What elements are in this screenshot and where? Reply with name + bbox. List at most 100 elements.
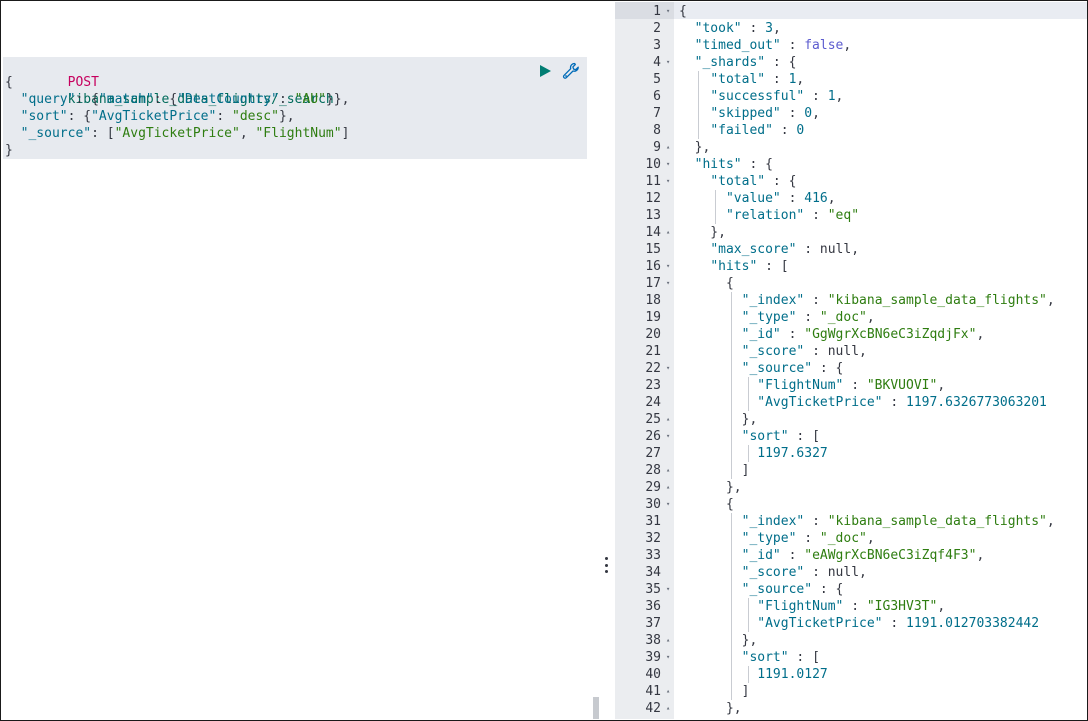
fold-arrow-up-icon[interactable]: ▴ bbox=[666, 462, 670, 479]
code-line[interactable]: "_score" : null, bbox=[679, 343, 1087, 360]
fold-arrow-down-icon[interactable]: ▾ bbox=[666, 275, 670, 292]
fold-arrow-down-icon[interactable]: ▾ bbox=[666, 360, 670, 377]
fold-arrow-down-icon[interactable]: ▾ bbox=[666, 3, 670, 20]
code-token: "_index" bbox=[741, 293, 805, 308]
code-line[interactable]: "timed_out" : false, bbox=[679, 37, 1087, 54]
line-number: 16 ▾ bbox=[615, 258, 674, 275]
code-line[interactable]: { bbox=[679, 275, 1087, 292]
code-token: }, bbox=[679, 412, 758, 427]
request-body-line[interactable]: "sort": {"AvgTicketPrice": "desc"}, bbox=[5, 108, 295, 125]
request-scrollbar[interactable] bbox=[593, 697, 599, 719]
code-line[interactable]: }, bbox=[679, 700, 1087, 717]
request-token bbox=[5, 126, 21, 141]
line-number-value: 29 bbox=[645, 480, 661, 495]
code-line[interactable]: ] bbox=[679, 683, 1087, 700]
request-body-line[interactable]: "query": {"match": {"DestCountry": "AU"}… bbox=[5, 91, 350, 108]
code-line[interactable]: "value" : 416, bbox=[679, 190, 1087, 207]
code-line[interactable]: "total" : { bbox=[679, 173, 1087, 190]
request-token: "query" bbox=[20, 92, 76, 107]
code-line[interactable]: "successful" : 1, bbox=[679, 88, 1087, 105]
code-line[interactable]: "_source" : { bbox=[679, 360, 1087, 377]
fold-arrow-up-icon[interactable]: ▴ bbox=[666, 139, 670, 156]
code-line[interactable]: "_score" : null, bbox=[679, 564, 1087, 581]
indent-guide bbox=[714, 190, 716, 224]
code-line[interactable]: "_index" : "kibana_sample_data_flights", bbox=[679, 513, 1087, 530]
code-line[interactable]: "AvgTicketPrice" : 1191.012703382442 bbox=[679, 615, 1087, 632]
code-line[interactable]: "hits" : { bbox=[679, 156, 1087, 173]
fold-arrow-down-icon[interactable]: ▾ bbox=[666, 258, 670, 275]
code-line[interactable]: }, bbox=[679, 632, 1087, 649]
code-line[interactable]: "hits" : [ bbox=[679, 258, 1087, 275]
console-window: POST kibana_sample_data_flights/_search … bbox=[0, 0, 1088, 721]
request-body-line[interactable]: "_source": ["AvgTicketPrice", "FlightNum… bbox=[5, 125, 350, 142]
request-body-line[interactable]: { bbox=[5, 74, 13, 91]
line-number-value: 42 bbox=[645, 701, 661, 716]
fold-arrow-up-icon[interactable]: ▴ bbox=[666, 411, 670, 428]
response-viewer[interactable]: 1 ▾ 2 3 4 ▾ 5 6 7 8 9 ▴ 10 ▾ 11 ▾ 12 13 14 ▴ 15 16 ▾ 17 ▾ 18 19 20 2… bbox=[615, 2, 1087, 719]
code-line[interactable]: }, bbox=[679, 479, 1087, 496]
code-line[interactable]: "_id" : "eAWgrXcBN6eC3iZqf4F3", bbox=[679, 547, 1087, 564]
pane-resizer[interactable] bbox=[600, 2, 614, 719]
code-line[interactable]: }, bbox=[679, 139, 1087, 156]
code-token: "AvgTicketPrice" bbox=[757, 395, 883, 410]
code-line[interactable]: { bbox=[679, 496, 1087, 513]
code-line[interactable]: "_id" : "GgWgrXcBN6eC3iZqdjFx", bbox=[679, 326, 1087, 343]
fold-arrow-up-icon[interactable]: ▴ bbox=[666, 683, 670, 700]
fold-arrow-up-icon[interactable]: ▴ bbox=[666, 632, 670, 649]
code-line[interactable]: "_source" : { bbox=[679, 581, 1087, 598]
indent-guide bbox=[698, 71, 700, 139]
code-token: 0 bbox=[796, 123, 805, 138]
code-line[interactable]: "_type" : "_doc", bbox=[679, 309, 1087, 326]
code-line[interactable]: "AvgTicketPrice" : 1197.6326773063201 bbox=[679, 394, 1087, 411]
code-line[interactable]: "FlightNum" : "BKVUOVI", bbox=[679, 377, 1087, 394]
code-line[interactable]: "failed" : 0 bbox=[679, 122, 1087, 139]
drag-handle-icon[interactable] bbox=[605, 557, 608, 573]
code-line[interactable]: "total" : 1, bbox=[679, 71, 1087, 88]
code-line[interactable]: "relation" : "eq" bbox=[679, 207, 1087, 224]
code-line[interactable]: }, bbox=[679, 224, 1087, 241]
fold-arrow-down-icon[interactable]: ▾ bbox=[666, 581, 670, 598]
request-body-line[interactable]: } bbox=[5, 142, 13, 159]
fold-arrow-down-icon[interactable]: ▾ bbox=[666, 428, 670, 445]
code-line[interactable]: 1197.6327 bbox=[679, 445, 1087, 462]
code-line[interactable]: "_type" : "_doc", bbox=[679, 530, 1087, 547]
line-number-value: 20 bbox=[645, 327, 661, 342]
code-token: : bbox=[780, 548, 805, 563]
request-editor[interactable]: POST kibana_sample_data_flights/_search … bbox=[2, 2, 599, 719]
fold-arrow-down-icon[interactable]: ▾ bbox=[666, 649, 670, 666]
code-token: "max_score" bbox=[710, 242, 797, 257]
code-line[interactable]: "_shards" : { bbox=[679, 54, 1087, 71]
fold-arrow-down-icon[interactable]: ▾ bbox=[666, 496, 670, 513]
line-number-value: 40 bbox=[645, 667, 661, 682]
code-line[interactable]: "sort" : [ bbox=[679, 649, 1087, 666]
code-line[interactable]: "max_score" : null, bbox=[679, 241, 1087, 258]
code-line[interactable]: }, bbox=[679, 411, 1087, 428]
code-line[interactable]: "_index" : "kibana_sample_data_flights", bbox=[679, 292, 1087, 309]
code-line[interactable]: "FlightNum" : "IG3HV3T", bbox=[679, 598, 1087, 615]
code-line[interactable]: "skipped" : 0, bbox=[679, 105, 1087, 122]
code-line[interactable]: "took" : 3, bbox=[679, 20, 1087, 37]
fold-arrow-up-icon[interactable]: ▴ bbox=[666, 479, 670, 496]
fold-arrow-up-icon[interactable]: ▴ bbox=[666, 224, 670, 241]
response-code[interactable]: { "took" : 3, "timed_out" : false, "_sha… bbox=[679, 3, 1087, 717]
code-token: : { bbox=[741, 157, 773, 172]
request-line[interactable]: POST kibana_sample_data_flights/_search bbox=[5, 57, 334, 107]
line-number: 33 bbox=[615, 547, 674, 564]
code-line[interactable]: 1191.0127 bbox=[679, 666, 1087, 683]
request-block[interactable]: POST kibana_sample_data_flights/_search … bbox=[3, 57, 587, 159]
request-token: , bbox=[239, 126, 256, 141]
fold-arrow-down-icon[interactable]: ▾ bbox=[666, 173, 670, 190]
code-line[interactable]: ] bbox=[679, 462, 1087, 479]
fold-arrow-up-icon[interactable]: ▴ bbox=[666, 700, 670, 717]
code-line[interactable]: { bbox=[679, 3, 1087, 20]
indent-guide bbox=[747, 377, 749, 411]
fold-arrow-down-icon[interactable]: ▾ bbox=[666, 156, 670, 173]
request-settings-button[interactable] bbox=[561, 61, 581, 81]
code-token: : [ bbox=[757, 259, 789, 274]
code-line[interactable]: "sort" : [ bbox=[679, 428, 1087, 445]
code-token: }, bbox=[679, 633, 758, 648]
fold-arrow-down-icon[interactable]: ▾ bbox=[666, 54, 670, 71]
send-request-button[interactable] bbox=[535, 61, 555, 81]
